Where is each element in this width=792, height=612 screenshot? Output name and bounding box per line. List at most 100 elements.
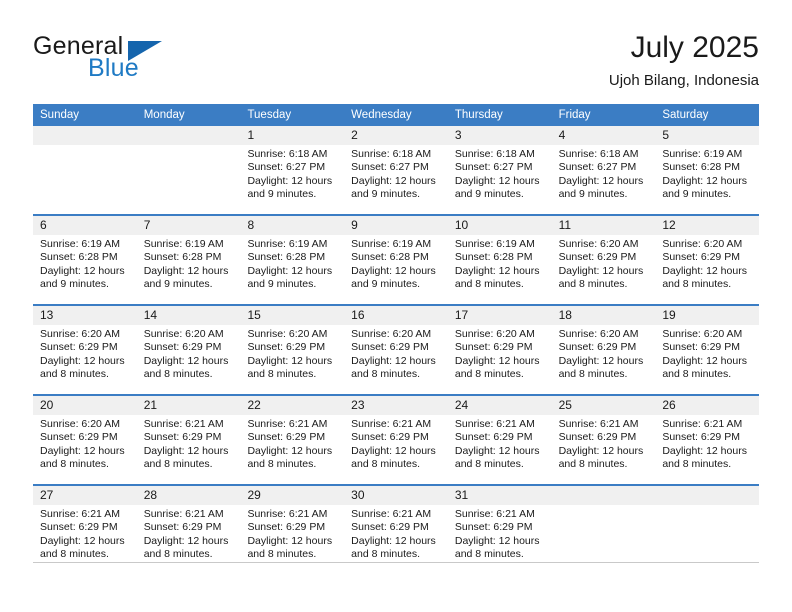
daylight-text-line1: Daylight: 12 hours: [558, 444, 644, 457]
calendar-day-cell[interactable]: 28 Sunrise: 6:21 AM Sunset: 6:29 PM Dayligh…: [136, 486, 241, 574]
daylight-text-line1: Daylight: 12 hours: [40, 264, 125, 277]
calendar-day-cell[interactable]: 4 Sunrise: 6:18 AM Sunset: 6:27 PM Daylight…: [551, 126, 656, 214]
calendar-day-cell[interactable]: 26 Sunrise: 6:21 AM Sunset: 6:29 PM Dayligh…: [655, 396, 760, 484]
sunrise-text: Sunrise: 6:21 AM: [143, 508, 224, 520]
calendar-day-cell[interactable]: 19 Sunrise: 6:20 AM Sunset: 6:29 PM Dayligh…: [655, 306, 760, 394]
calendar-day-cell[interactable]: 9 Sunrise: 6:19 AM Sunset: 6:28 PM Daylight…: [344, 216, 448, 304]
day-number: 25: [558, 398, 572, 412]
daylight-text-line1: Daylight: 12 hours: [558, 264, 644, 277]
calendar-day-cell[interactable]: 7 Sunrise: 6:19 AM Sunset: 6:28 PM Daylight…: [136, 216, 241, 304]
calendar-day-cell[interactable]: 13 Sunrise: 6:20 AM Sunset: 6:29 PM Dayligh…: [33, 306, 137, 394]
daylight-text-line1: Daylight: 12 hours: [662, 354, 747, 367]
sunset-text: Sunset: 6:29 PM: [662, 431, 740, 444]
calendar-day-cell[interactable]: 10 Sunrise: 6:19 AM Sunset: 6:28 PM Dayligh…: [447, 216, 552, 304]
day-number-band: 15: [240, 306, 345, 325]
day-details: Sunrise: 6:18 AM Sunset: 6:27 PM Daylight:…: [344, 145, 448, 202]
location-subtitle: Ujoh Bilang, Indonesia: [608, 72, 759, 89]
daylight-text-line1: Daylight: 12 hours: [247, 444, 333, 457]
daylight-text-line1: Daylight: 12 hours: [454, 174, 540, 187]
day-details: Sunrise: 6:21 AM Sunset: 6:29 PM Daylight:…: [448, 415, 552, 472]
sunrise-text: Sunrise: 6:21 AM: [351, 418, 432, 430]
day-number-band: [655, 486, 760, 505]
day-details: Sunrise: 6:20 AM Sunset: 6:29 PM Daylight:…: [448, 325, 552, 382]
calendar-day-cell[interactable]: 30 Sunrise: 6:21 AM Sunset: 6:29 PM Dayligh…: [344, 486, 448, 574]
sunset-text: Sunset: 6:29 PM: [558, 251, 637, 264]
calendar-day-cell[interactable]: 8 Sunrise: 6:19 AM Sunset: 6:28 PM Daylight…: [240, 216, 345, 304]
calendar-day-cell[interactable]: 23 Sunrise: 6:21 AM Sunset: 6:29 PM Dayligh…: [344, 396, 448, 484]
daylight-text-line2: and 8 minutes.: [247, 548, 317, 561]
day-details: Sunrise: 6:21 AM Sunset: 6:29 PM Daylight:…: [344, 505, 448, 562]
calendar-day-cell[interactable]: 11 Sunrise: 6:20 AM Sunset: 6:29 PM Dayligh…: [551, 216, 656, 304]
sunset-text: Sunset: 6:29 PM: [247, 521, 326, 534]
day-number: 27: [40, 488, 54, 502]
day-details: Sunrise: 6:21 AM Sunset: 6:29 PM Daylight:…: [448, 505, 552, 562]
day-number: 10: [454, 218, 469, 232]
day-details: Sunrise: 6:20 AM Sunset: 6:29 PM Daylight:…: [552, 235, 656, 292]
calendar-day-cell[interactable]: 12 Sunrise: 6:20 AM Sunset: 6:29 PM Dayligh…: [655, 216, 760, 304]
day-number: 1: [247, 128, 255, 142]
calendar-day-cell[interactable]: 27 Sunrise: 6:21 AM Sunset: 6:29 PM Dayligh…: [33, 486, 137, 574]
day-number: 9: [351, 218, 358, 232]
daylight-text-line1: Daylight: 12 hours: [143, 264, 229, 277]
sunset-text: Sunset: 6:28 PM: [662, 161, 740, 174]
day-number-band: [136, 126, 241, 145]
page-title: July 2025: [630, 31, 759, 64]
sunrise-text: Sunrise: 6:19 AM: [143, 238, 224, 250]
day-number: 11: [558, 218, 572, 232]
calendar-day-cell[interactable]: 18 Sunrise: 6:20 AM Sunset: 6:29 PM Dayligh…: [551, 306, 656, 394]
calendar-day-cell[interactable]: 1 Sunrise: 6:18 AM Sunset: 6:27 PM Daylight…: [240, 126, 345, 214]
daylight-text-line2: and 8 minutes.: [351, 368, 421, 381]
day-details: Sunrise: 6:19 AM Sunset: 6:28 PM Daylight:…: [240, 235, 344, 292]
day-number-band: 28: [136, 486, 241, 505]
sunrise-text: Sunrise: 6:21 AM: [40, 508, 120, 520]
day-number: 23: [351, 398, 365, 412]
sunrise-text: Sunrise: 6:21 AM: [558, 418, 639, 430]
calendar-day-cell[interactable]: 14 Sunrise: 6:20 AM Sunset: 6:29 PM Dayligh…: [136, 306, 241, 394]
calendar-week-row: 20 Sunrise: 6:20 AM Sunset: 6:29 PM Dayligh…: [33, 394, 760, 484]
sunrise-text: Sunrise: 6:21 AM: [351, 508, 432, 520]
day-number-band: 13: [33, 306, 137, 325]
day-number: 17: [454, 308, 469, 322]
sunset-text: Sunset: 6:29 PM: [143, 521, 222, 534]
day-details: Sunrise: 6:19 AM Sunset: 6:28 PM Daylight:…: [33, 235, 137, 292]
calendar-day-cell[interactable]: 5 Sunrise: 6:19 AM Sunset: 6:28 PM Daylight…: [655, 126, 760, 214]
day-number-band: 17: [447, 306, 552, 325]
day-details: Sunrise: 6:20 AM Sunset: 6:29 PM Daylight:…: [33, 325, 137, 382]
calendar-day-cell[interactable]: 16 Sunrise: 6:20 AM Sunset: 6:29 PM Dayligh…: [344, 306, 448, 394]
day-number-band: 26: [655, 396, 760, 415]
day-number-band: 27: [33, 486, 137, 505]
title-block: July 2025 Ujoh Bilang, Indonesia: [609, 30, 759, 92]
general-blue-logo[interactable]: General Blue: [33, 30, 253, 90]
day-number-band: 24: [447, 396, 552, 415]
calendar-day-cell[interactable]: 2 Sunrise: 6:18 AM Sunset: 6:27 PM Daylight…: [344, 126, 448, 214]
day-number-band: 16: [344, 306, 448, 325]
calendar-day-cell[interactable]: 6 Sunrise: 6:19 AM Sunset: 6:28 PM Daylight…: [33, 216, 137, 304]
day-details: Sunrise: 6:21 AM Sunset: 6:29 PM Daylight:…: [137, 415, 241, 472]
page-header: General Blue July 2025 Ujoh Bilang, Indo…: [33, 30, 759, 96]
calendar-day-cell[interactable]: 24 Sunrise: 6:21 AM Sunset: 6:29 PM Dayligh…: [447, 396, 552, 484]
sunset-text: Sunset: 6:29 PM: [454, 521, 533, 534]
daylight-text-line1: Daylight: 12 hours: [351, 534, 436, 547]
calendar-day-cell[interactable]: 29 Sunrise: 6:21 AM Sunset: 6:29 PM Dayligh…: [240, 486, 345, 574]
day-details: Sunrise: 6:19 AM Sunset: 6:28 PM Daylight:…: [344, 235, 448, 292]
day-details: Sunrise: 6:21 AM Sunset: 6:29 PM Daylight:…: [240, 415, 344, 472]
sunset-text: Sunset: 6:29 PM: [558, 431, 637, 444]
day-number-band: 8: [240, 216, 345, 235]
calendar-day-cell[interactable]: 17 Sunrise: 6:20 AM Sunset: 6:29 PM Dayligh…: [447, 306, 552, 394]
sunset-text: Sunset: 6:29 PM: [558, 341, 637, 354]
sunset-text: Sunset: 6:28 PM: [351, 251, 429, 264]
calendar-day-cell[interactable]: 31 Sunrise: 6:21 AM Sunset: 6:29 PM Dayligh…: [447, 486, 552, 574]
calendar-day-cell[interactable]: 3 Sunrise: 6:18 AM Sunset: 6:27 PM Daylight…: [447, 126, 552, 214]
calendar-day-cell[interactable]: 15 Sunrise: 6:20 AM Sunset: 6:29 PM Dayligh…: [240, 306, 345, 394]
daylight-text-line1: Daylight: 12 hours: [558, 354, 644, 367]
calendar-day-cell[interactable]: 22 Sunrise: 6:21 AM Sunset: 6:29 PM Dayligh…: [240, 396, 345, 484]
calendar-day-cell[interactable]: 20 Sunrise: 6:20 AM Sunset: 6:29 PM Dayligh…: [33, 396, 137, 484]
sunset-text: Sunset: 6:29 PM: [247, 431, 326, 444]
daylight-text-line1: Daylight: 12 hours: [40, 534, 125, 547]
day-number-band: 20: [33, 396, 137, 415]
weekday-header-saturday: Saturday: [662, 109, 709, 121]
calendar-day-cell[interactable]: 21 Sunrise: 6:21 AM Sunset: 6:29 PM Dayligh…: [136, 396, 241, 484]
daylight-text-line2: and 8 minutes.: [247, 458, 317, 471]
calendar-day-cell[interactable]: 25 Sunrise: 6:21 AM Sunset: 6:29 PM Dayligh…: [551, 396, 656, 484]
daylight-text-line1: Daylight: 12 hours: [351, 354, 436, 367]
